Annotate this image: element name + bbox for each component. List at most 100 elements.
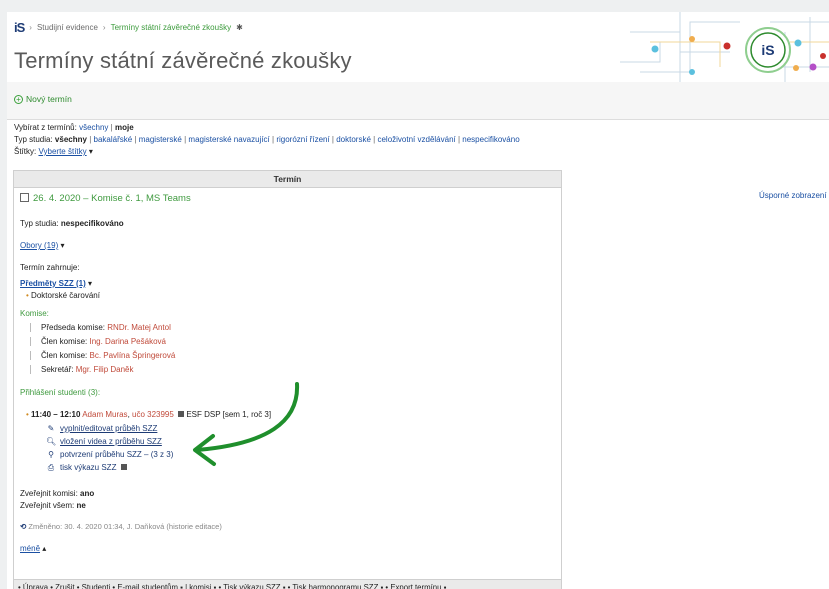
breadcrumb-item-current: Termíny státní závěrečné zkoušky	[110, 23, 232, 32]
subjects-row: Předměty SZZ (1) ▾	[20, 279, 92, 288]
filter-study-type-label: Typ studia:	[14, 135, 53, 144]
breadcrumb: iS › Studijní evidence › Termíny státní …	[14, 20, 243, 35]
committee-role: Sekretář:	[41, 365, 74, 374]
popup-icon[interactable]	[120, 464, 127, 470]
study-type-value: nespecifikováno	[60, 219, 124, 228]
term-title[interactable]: 26. 4. 2020 – Komise č. 1, MS Teams	[33, 193, 191, 204]
bullet-icon: •	[26, 410, 29, 419]
study-type-label: Typ studia:	[20, 219, 59, 228]
chevron-up-icon[interactable]: ▴	[42, 544, 46, 553]
committee-member: Sekretář: Mgr. Filip Daněk	[30, 365, 134, 374]
new-term-button[interactable]: + Nový termín	[14, 94, 72, 104]
committee-label: Komise:	[20, 309, 49, 318]
action-item: 🔍︎ vložení videa z průběhu SZZ	[46, 437, 162, 446]
history-icon[interactable]: ⟲	[20, 522, 26, 531]
action-item: ⚲ potvrzení průběhu SZZ – (3 z 3)	[46, 450, 173, 459]
publish-all-label: Zveřejnit všem:	[20, 501, 75, 510]
print-report-link[interactable]: tisk výkazu SZZ	[60, 463, 116, 472]
pencil-icon: ✎	[47, 424, 55, 433]
includes-label: Termín zahrnuje:	[20, 263, 80, 272]
compact-view-link[interactable]: Úsporné zobrazení	[759, 191, 827, 200]
publish-all-value: ne	[76, 501, 86, 510]
chevron-right-icon: ›	[29, 23, 32, 32]
filter-terms-mine[interactable]: moje	[115, 123, 134, 132]
study-type-nespecifikovano[interactable]: nespecifikováno	[462, 135, 519, 144]
filter-tags-label: Štítky:	[14, 147, 37, 156]
term-title-row: 26. 4. 2020 – Komise č. 1, MS Teams	[20, 193, 191, 204]
edit-progress-link[interactable]: vyplnit/editovat průběh SZZ	[60, 424, 157, 433]
less-link[interactable]: méně	[20, 544, 40, 553]
publish-all-row: Zveřejnit všem: ne	[20, 501, 86, 510]
page-title: Termíny státní závěrečné zkoušky	[14, 48, 352, 73]
confirm-progress-link[interactable]: potvrzení průběhu SZZ – (3 z 3)	[60, 450, 173, 459]
committee-member: Předseda komise: RNDr. Matej Antol	[30, 323, 171, 332]
student-row: • 11:40 – 12:10 Adam Muras, učo 323995 E…	[26, 410, 272, 419]
chevron-down-icon[interactable]: ▾	[60, 241, 64, 250]
chevron-down-icon[interactable]: ▾	[88, 279, 92, 288]
student-time: 11:40 – 12:10	[31, 410, 81, 419]
subjects-link[interactable]: Předměty SZZ (1)	[20, 279, 86, 288]
printer-icon: ⎙	[47, 463, 55, 472]
page: iS › Studijní evidence › Termíny státní …	[7, 12, 829, 589]
less-row: méně ▴	[20, 544, 46, 553]
committee-person-link[interactable]: Bc. Pavlína Špringerová	[89, 351, 175, 360]
committee-person-link[interactable]: RNDr. Matej Antol	[107, 323, 171, 332]
study-type-rigorozni[interactable]: rigorózní řízení	[276, 135, 329, 144]
student-program: ESF DSP [sem 1, roč 3]	[186, 410, 272, 419]
insert-video-link[interactable]: vložení videa z průběhu SZZ	[60, 437, 162, 446]
filter-study-type-row: Typ studia: všechny | bakalářské | magis…	[14, 135, 520, 144]
study-type-row: Typ studia: nespecifikováno	[20, 219, 124, 228]
magnifier-icon: 🔍︎	[46, 437, 57, 446]
student-uco: učo 323995	[132, 410, 174, 419]
mail-icon[interactable]	[178, 411, 185, 417]
registered-students-label: Přihlášení studenti (3):	[20, 388, 101, 397]
filter-tags-row: Štítky: Vyberte štítky ▾	[14, 146, 520, 158]
committee-member: Člen komise: Ing. Darina Pešáková	[30, 337, 166, 346]
filter-terms-label: Vybírat z termínů:	[14, 123, 77, 132]
new-term-label: Nový termín	[26, 94, 72, 104]
committee-role: Člen komise:	[41, 337, 88, 346]
publish-committee-label: Zveřejnit komisi:	[20, 489, 78, 498]
committee-person-link[interactable]: Ing. Darina Pešáková	[89, 337, 166, 346]
person-icon: ⚲	[48, 450, 54, 459]
term-checkbox[interactable]	[20, 193, 29, 202]
study-type-magisterske[interactable]: magisterské	[139, 135, 182, 144]
chevron-down-icon[interactable]: ▾	[89, 147, 93, 156]
breadcrumb-item-studijni-evidence[interactable]: Studijní evidence	[37, 23, 98, 32]
terms-table: Termín 26. 4. 2020 – Komise č. 1, MS Tea…	[13, 170, 562, 589]
term-actions-bar[interactable]: • Úprava • Zrušit • Studenti • E-mail st…	[14, 579, 561, 589]
committee-person-link[interactable]: Mgr. Filip Daněk	[76, 365, 134, 374]
is-logo[interactable]: iS	[14, 20, 25, 35]
action-item: ✎ vyplnit/editovat průběh SZZ	[46, 424, 158, 433]
changed-text: Změněno: 30. 4. 2020 01:34, J. Daňková (…	[28, 522, 222, 531]
bullet-icon: •	[26, 291, 29, 300]
publish-committee-value: ano	[80, 489, 95, 498]
committee-role: Člen komise:	[41, 351, 88, 360]
pin-icon[interactable]: ✱	[236, 23, 243, 32]
changed-row: ⟲ Změněno: 30. 4. 2020 01:34, J. Daňková…	[20, 522, 222, 531]
study-type-mag-navazujici[interactable]: magisterské navazující	[188, 135, 269, 144]
obory-row: Obory (19) ▾	[20, 241, 64, 250]
header-decoration: iS	[620, 12, 829, 82]
study-type-bakalarske[interactable]: bakalářské	[94, 135, 133, 144]
study-type-all[interactable]: všechny	[55, 135, 87, 144]
subject-item: • Doktorské čarování	[26, 291, 100, 300]
study-type-celozivotni[interactable]: celoživotní vzdělávání	[377, 135, 455, 144]
subject-name: Doktorské čarování	[31, 291, 100, 300]
plus-icon: +	[14, 94, 23, 104]
select-tags-link[interactable]: Vyberte štítky	[38, 147, 86, 156]
committee-role: Předseda komise:	[41, 323, 106, 332]
svg-text:iS: iS	[761, 42, 774, 58]
filters: Vybírat z termínů: všechny | moje Typ st…	[14, 122, 520, 158]
study-type-doktorske[interactable]: doktorské	[336, 135, 371, 144]
action-item: ⎙ tisk výkazu SZZ	[46, 463, 127, 473]
filter-terms-all[interactable]: všechny	[79, 123, 108, 132]
student-name-link[interactable]: Adam Muras	[82, 410, 127, 419]
table-header: Termín	[14, 171, 561, 188]
committee-member: Člen komise: Bc. Pavlína Špringerová	[30, 351, 175, 360]
filter-terms-row: Vybírat z termínů: všechny | moje	[14, 123, 134, 132]
obory-link[interactable]: Obory (19)	[20, 241, 58, 250]
chevron-right-icon: ›	[102, 23, 106, 32]
publish-committee-row: Zveřejnit komisi: ano	[20, 489, 94, 498]
toolbar: + Nový termín	[7, 82, 829, 120]
